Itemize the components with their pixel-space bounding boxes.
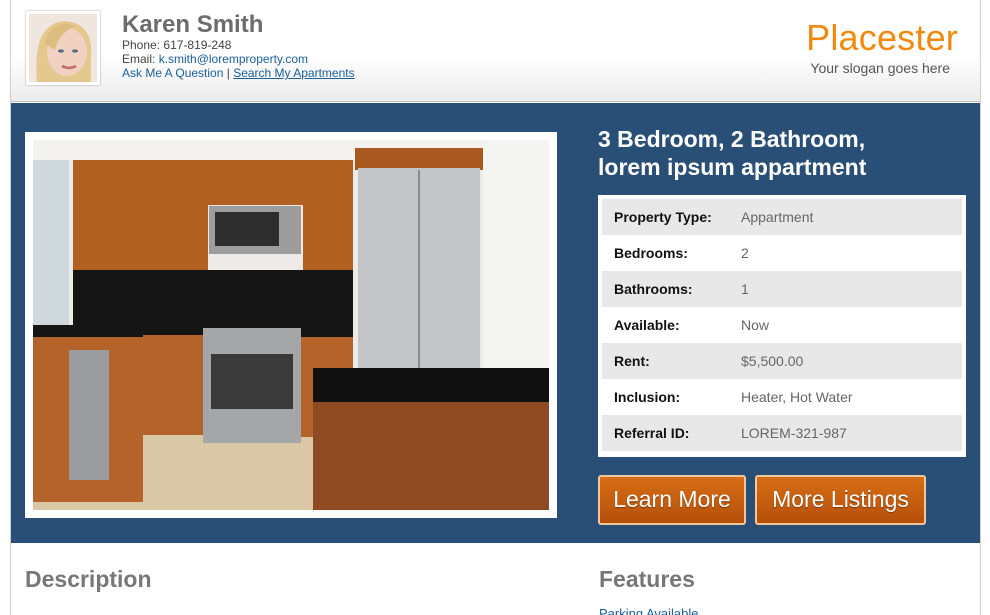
detail-row-bedrooms: Bedrooms: 2 [602, 235, 962, 271]
learn-more-button[interactable]: Learn More [598, 475, 746, 525]
feature-item-link[interactable]: Parking Available [599, 606, 699, 615]
detail-key: Bathrooms: [614, 281, 693, 297]
listing-photo[interactable] [33, 140, 549, 510]
listing-hero: 3 Bedroom, 2 Bathroom, lorem ipsum appar… [11, 103, 980, 543]
detail-value: 2 [741, 245, 749, 261]
detail-row-bathrooms: Bathrooms: 1 [602, 271, 962, 307]
agent-name: Karen Smith [122, 11, 264, 38]
detail-value: 1 [741, 281, 749, 297]
email-link[interactable]: k.smith@loremproperty.com [159, 52, 308, 66]
agent-links: Ask Me A Question | Search My Apartments [122, 66, 355, 80]
phone-value: 617-819-248 [163, 38, 232, 52]
phone-label: Phone: [122, 38, 161, 52]
agent-photo [29, 14, 97, 82]
brand-logo[interactable]: Placester [806, 17, 958, 59]
detail-key: Inclusion: [614, 389, 681, 405]
search-apartments-link[interactable]: Search My Apartments [233, 66, 354, 80]
detail-value: $5,500.00 [741, 353, 804, 369]
email-label: Email: [122, 52, 156, 66]
detail-key: Available: [614, 317, 680, 333]
listing-photo-frame [25, 132, 557, 518]
kitchen-photo [33, 140, 549, 510]
listing-title-line-2: lorem ipsum appartment [598, 154, 867, 180]
brand-slogan: Your slogan goes here [810, 60, 950, 76]
listing-title: 3 Bedroom, 2 Bathroom, lorem ipsum appar… [598, 125, 968, 181]
detail-key: Property Type: [614, 209, 712, 225]
detail-value: Heater, Hot Water [741, 389, 853, 405]
agent-phone: Phone: 617-819-248 [122, 38, 231, 52]
detail-value: Appartment [741, 209, 814, 225]
detail-key: Bedrooms: [614, 245, 688, 261]
more-listings-button[interactable]: More Listings [755, 475, 926, 525]
detail-row-rent: Rent: $5,500.00 [602, 343, 962, 379]
features-heading: Features [599, 566, 695, 592]
detail-value: LOREM-321-987 [741, 425, 847, 441]
agent-avatar [26, 11, 100, 85]
link-separator: | [226, 66, 230, 80]
header: Karen Smith Phone: 617-819-248 Email: k.… [11, 0, 980, 102]
ask-question-link[interactable]: Ask Me A Question [122, 66, 223, 80]
agent-email: Email: k.smith@loremproperty.com [122, 52, 308, 66]
property-details-table: Property Type: Appartment Bedrooms: 2 Ba… [598, 195, 966, 457]
detail-row-available: Available: Now [602, 307, 962, 343]
detail-value: Now [741, 317, 770, 333]
detail-row-referral-id: Referral ID: LOREM-321-987 [602, 415, 962, 451]
detail-row-property-type: Property Type: Appartment [602, 199, 962, 235]
detail-key: Rent: [614, 353, 650, 369]
description-heading: Description [25, 566, 152, 592]
detail-row-inclusion: Inclusion: Heater, Hot Water [602, 379, 962, 415]
page-frame: Karen Smith Phone: 617-819-248 Email: k.… [10, 0, 981, 615]
listing-title-line-1: 3 Bedroom, 2 Bathroom, [598, 126, 866, 152]
detail-key: Referral ID: [614, 425, 690, 441]
